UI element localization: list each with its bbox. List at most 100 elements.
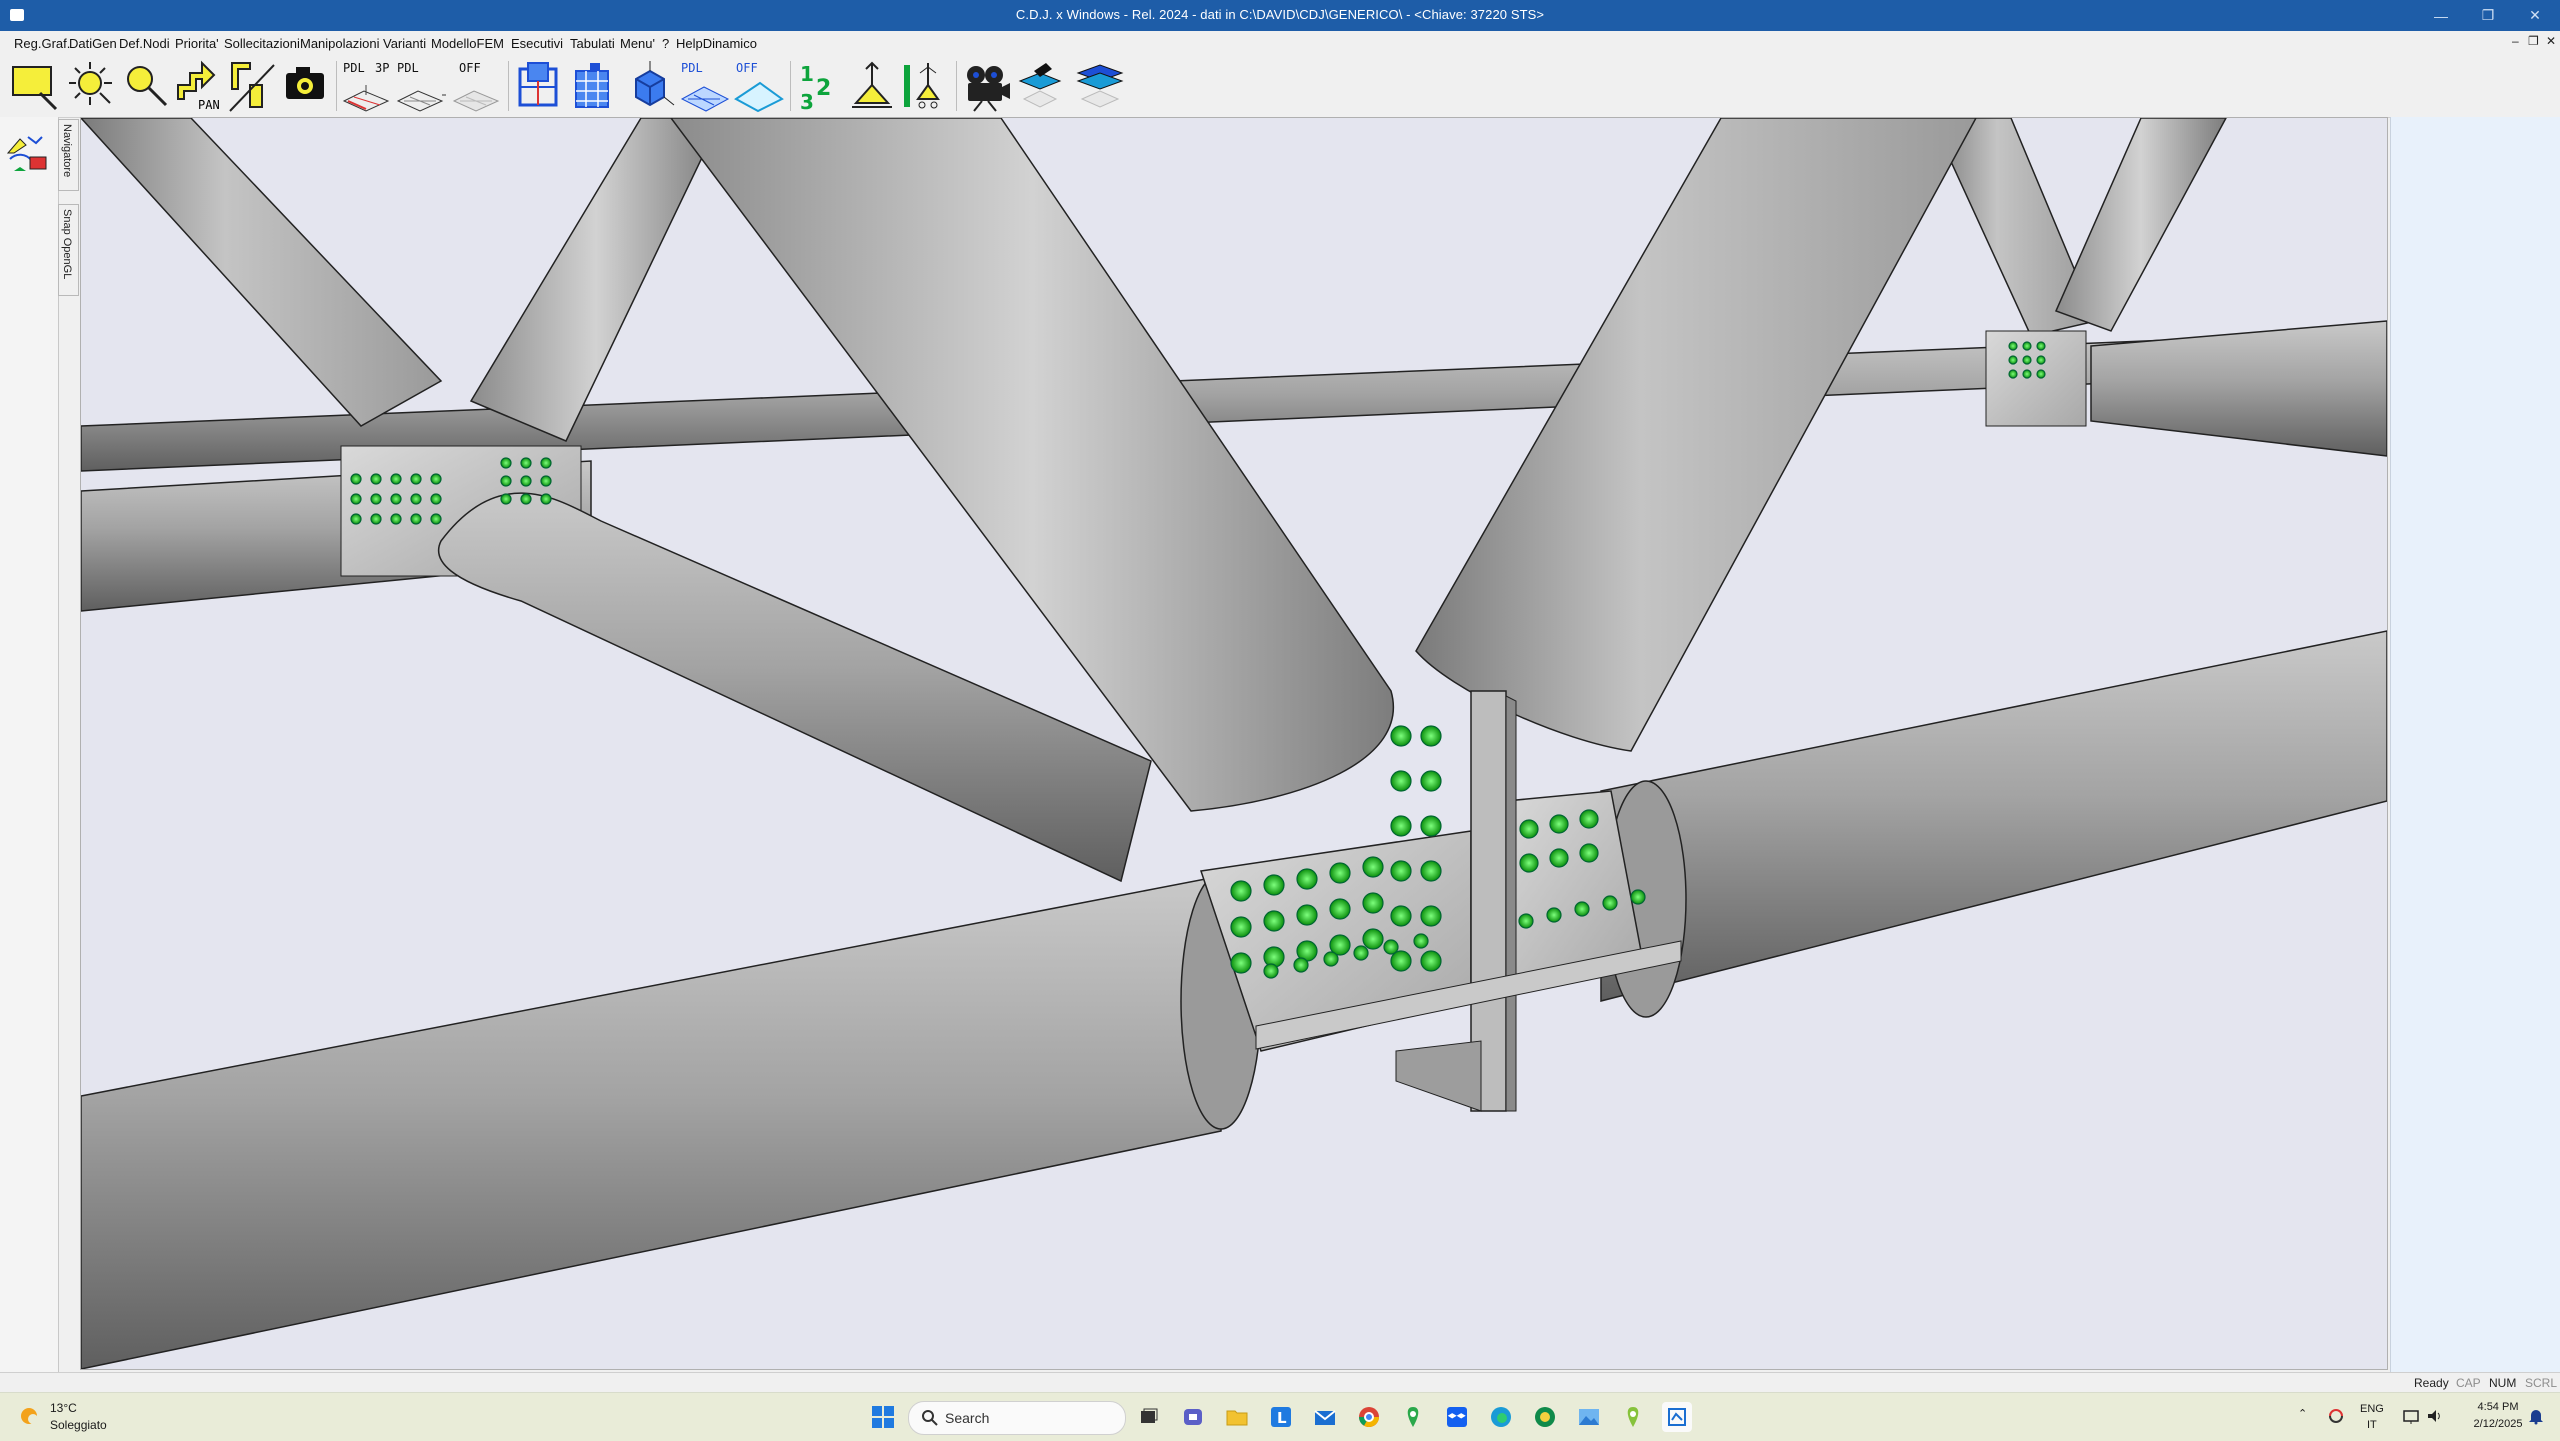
plane-3p-icon[interactable] [396, 59, 446, 113]
cdj-app-icon[interactable] [1662, 1402, 1692, 1432]
bolt [540, 493, 552, 505]
start-icon[interactable] [868, 1402, 898, 1432]
dropbox-icon[interactable] [1442, 1402, 1472, 1432]
menu-reg-graf[interactable]: Reg.Graf. [14, 36, 70, 51]
support-icon[interactable] [848, 59, 898, 113]
bolt [2022, 369, 2032, 379]
bolt [1362, 928, 1384, 950]
plane-off-icon[interactable] [452, 59, 502, 113]
network-icon[interactable] [2402, 1407, 2420, 1428]
mdi-restore-button[interactable]: ❐ [2528, 34, 2539, 48]
search-input[interactable]: Search [908, 1401, 1126, 1435]
zoom-all-icon[interactable] [66, 59, 116, 113]
restore-button[interactable]: ❐ [2465, 0, 2511, 31]
menu-helpdinamico[interactable]: HelpDinamico [676, 36, 757, 51]
building-view-icon[interactable] [570, 59, 620, 113]
menu-sollecitazioni[interactable]: Sollecitazioni [224, 36, 300, 51]
section-icon[interactable] [228, 59, 278, 113]
toolbar-separator [336, 61, 337, 111]
bolt [1420, 815, 1442, 837]
zoom-window-icon[interactable] [10, 59, 60, 113]
file-explorer-icon[interactable] [1222, 1402, 1252, 1432]
task-view-icon[interactable] [1134, 1402, 1164, 1432]
cube-view-icon[interactable] [626, 59, 676, 113]
bolt [1263, 946, 1285, 968]
bolt [1420, 725, 1442, 747]
clock-date[interactable]: 2/12/2025 [2462, 1418, 2534, 1430]
bolt [1519, 853, 1539, 873]
chrome-icon[interactable] [1354, 1402, 1384, 1432]
pan-icon[interactable]: PAN [174, 59, 224, 113]
mdi-close-button[interactable]: ✕ [2546, 34, 2556, 48]
constraint-icon[interactable] [900, 59, 950, 113]
mdi-minimize-button[interactable]: – [2512, 34, 2519, 48]
teams-icon[interactable] [1178, 1402, 1208, 1432]
bolt [1518, 913, 1534, 929]
bolt [500, 493, 512, 505]
left-tool-strip [0, 117, 59, 1372]
bolt [2036, 369, 2046, 379]
menu-priorita[interactable]: Priorita' [175, 36, 219, 51]
frame-view-icon[interactable] [514, 59, 564, 113]
bolt [1390, 770, 1412, 792]
tab-snap-opengl[interactable]: Snap OpenGL [58, 204, 79, 296]
maps2-icon[interactable] [1618, 1402, 1648, 1432]
menu-esecutivi[interactable]: Esecutivi [511, 36, 563, 51]
menu-tabulati[interactable]: Tabulati [570, 36, 615, 51]
menu-menu[interactable]: Menu' [620, 36, 655, 51]
lang-line1[interactable]: ENG [2360, 1403, 2384, 1415]
tray-chevron-icon[interactable]: ⌃ [2298, 1407, 2307, 1420]
bolt [1293, 957, 1309, 973]
zoom-icon[interactable] [120, 59, 170, 113]
plane-pdl2-icon[interactable] [680, 59, 730, 113]
menu-def-nodi[interactable]: Def.Nodi [119, 36, 170, 51]
tab-navigatore[interactable]: Navigatore [58, 119, 79, 191]
menu-manipolazioni[interactable]: Manipolazioni [300, 36, 380, 51]
bolt [1579, 809, 1599, 829]
edge-icon[interactable] [1486, 1402, 1516, 1432]
plane-pdl-icon[interactable] [342, 59, 392, 113]
bolt [2008, 355, 2018, 365]
menu-datigen[interactable]: DatiGen [69, 36, 117, 51]
bolt [1263, 910, 1285, 932]
bolt [430, 493, 442, 505]
svg-text:L: L [1277, 1409, 1287, 1427]
close-button[interactable]: ✕ [2512, 0, 2558, 31]
menu-help[interactable]: ? [662, 36, 669, 51]
layers-icon[interactable] [1074, 59, 1124, 113]
bolt [1602, 895, 1618, 911]
weather-condition[interactable]: Soleggiato [50, 1418, 107, 1432]
numbering-icon[interactable]: 123 [796, 59, 846, 113]
bolt [1230, 916, 1252, 938]
weather-icon[interactable] [18, 1405, 40, 1430]
camera-icon[interactable] [282, 59, 332, 113]
maps-icon[interactable] [1398, 1402, 1428, 1432]
plane-off2-icon[interactable] [734, 59, 784, 113]
volume-icon[interactable] [2426, 1407, 2444, 1428]
search-placeholder: Search [945, 1410, 990, 1426]
status-ready: Ready [2414, 1376, 2449, 1390]
toolbar: PAN PDL 3P PDL OFF PDL OFF 123 [0, 55, 2560, 118]
menu-varianti[interactable]: Varianti [383, 36, 426, 51]
bolt [1263, 874, 1285, 896]
minimize-button[interactable]: — [2418, 0, 2464, 31]
opengl-viewport[interactable] [80, 117, 2388, 1370]
tray-sync-icon[interactable] [2326, 1406, 2346, 1429]
status-cap: CAP [2456, 1376, 2481, 1390]
menu-modellofem[interactable]: ModelloFEM [431, 36, 504, 51]
bolt [350, 493, 362, 505]
notification-bell-icon[interactable] [2528, 1407, 2544, 1428]
layer-icon[interactable] [1016, 59, 1066, 113]
lang-line2[interactable]: IT [2367, 1419, 2377, 1431]
green-app-icon[interactable] [1530, 1402, 1560, 1432]
navigator-tool-icon[interactable] [6, 129, 50, 178]
photos-icon[interactable] [1574, 1402, 1604, 1432]
mail-icon[interactable] [1310, 1402, 1340, 1432]
bolt [1296, 904, 1318, 926]
bolt [1630, 889, 1646, 905]
bolt [370, 473, 382, 485]
clock-time[interactable]: 4:54 PM [2468, 1401, 2528, 1413]
l-app-icon[interactable]: L [1266, 1402, 1296, 1432]
film-camera-icon[interactable] [962, 59, 1012, 113]
weather-temp[interactable]: 13°C [50, 1401, 77, 1415]
